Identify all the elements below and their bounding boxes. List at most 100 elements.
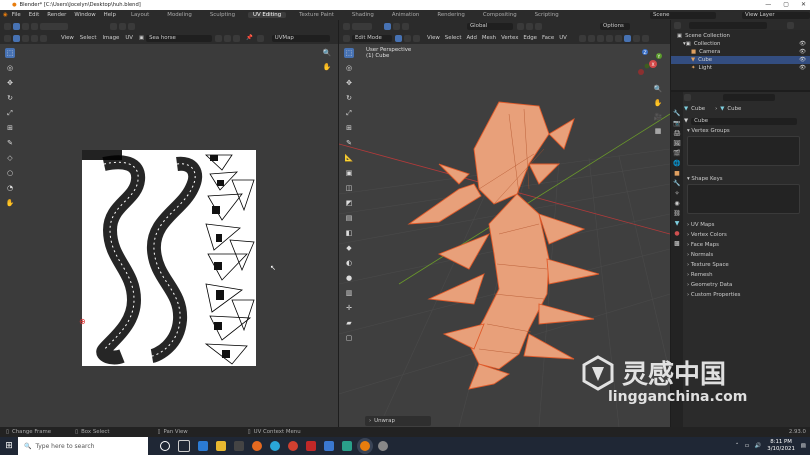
outliner-item-cube[interactable]: ▼ Cube 👁 xyxy=(671,56,810,64)
vp-menu-uv[interactable]: UV xyxy=(559,35,567,41)
blender-taskbar-icon[interactable] xyxy=(360,441,370,451)
rotate-icon[interactable]: ↻ xyxy=(5,93,15,103)
pivot-button[interactable] xyxy=(110,22,117,30)
vp-proportional-button[interactable] xyxy=(535,22,542,30)
menu-file[interactable]: File xyxy=(12,12,21,18)
navigation-gizmo[interactable]: X Y Z xyxy=(633,48,667,82)
properties-search[interactable] xyxy=(723,93,775,101)
panel-geometry-data[interactable]: › Geometry Data xyxy=(684,280,810,290)
tab-scripting[interactable]: Scripting xyxy=(530,12,564,18)
data-tab-icon[interactable]: ▼ xyxy=(675,220,680,227)
vp-rotate-icon[interactable]: ↻ xyxy=(344,93,354,103)
vp-scale-icon[interactable]: ⤢ xyxy=(344,108,354,118)
camera-view-icon[interactable]: 🎥 xyxy=(653,112,663,122)
vp-menu-view[interactable]: View xyxy=(427,35,440,41)
select-mode-button[interactable] xyxy=(352,22,372,30)
vertex-groups-list[interactable] xyxy=(687,136,800,166)
object-tab-icon[interactable]: ■ xyxy=(674,170,680,177)
visibility-eye-icon[interactable]: 👁 xyxy=(799,41,806,47)
pivot-point-button[interactable] xyxy=(517,22,524,30)
vp-snap-button[interactable] xyxy=(526,22,533,30)
file-explorer-icon[interactable] xyxy=(216,441,226,451)
bevel-icon[interactable]: ◩ xyxy=(344,198,354,208)
grab-icon[interactable]: ○ xyxy=(5,168,15,178)
tray-chevron-icon[interactable]: ˄ xyxy=(736,443,739,449)
gizmo-toggle-button[interactable] xyxy=(587,34,595,42)
maximize-button[interactable]: ▢ xyxy=(783,1,789,8)
modifier-tab-icon[interactable]: 🔧 xyxy=(673,180,680,187)
image-new-button[interactable] xyxy=(215,34,223,42)
image-unlink-button[interactable] xyxy=(233,34,241,42)
properties-type-button[interactable] xyxy=(684,93,691,101)
outliner-search[interactable] xyxy=(689,21,767,29)
smooth-icon[interactable]: ● xyxy=(344,273,354,283)
vp-menu-edge[interactable]: Edge xyxy=(523,35,537,41)
material-tab-icon[interactable]: ● xyxy=(674,230,679,237)
world-tab-icon[interactable]: 🌐 xyxy=(673,160,680,167)
vp-face-mode-button[interactable] xyxy=(402,22,409,30)
shading-rendered-button[interactable] xyxy=(641,34,649,42)
options-dropdown[interactable]: Options xyxy=(600,22,630,30)
uvmap-field[interactable]: UVMap xyxy=(271,34,330,42)
edge-icon[interactable] xyxy=(270,441,280,451)
menu-help[interactable]: Help xyxy=(104,12,116,18)
cursor-icon[interactable]: ◎ xyxy=(5,63,15,73)
select-mode-vertex-button[interactable] xyxy=(13,22,20,30)
xray-toggle-button[interactable] xyxy=(605,34,613,42)
view-layer-tab-icon[interactable]: 🖼 xyxy=(673,140,681,147)
move-icon[interactable]: ✥ xyxy=(5,78,15,88)
panel-uv-maps[interactable]: › UV Maps xyxy=(684,220,810,230)
vp-pan-icon[interactable]: ✋ xyxy=(653,98,663,108)
tab-layout[interactable]: Layout xyxy=(126,12,154,18)
tool-tab-icon[interactable]: 🔧 xyxy=(673,110,680,117)
pin-icon[interactable]: 📌 xyxy=(246,35,253,41)
vp-transform-icon[interactable]: ⊞ xyxy=(344,123,354,133)
taskbar-search[interactable]: 🔍 Type here to search xyxy=(18,437,148,455)
vp-menu-face[interactable]: Face xyxy=(542,35,554,41)
shading-material-button[interactable] xyxy=(632,34,640,42)
vp-menu-mesh[interactable]: Mesh xyxy=(482,35,496,41)
app-teal-icon[interactable] xyxy=(342,441,352,451)
vp-measure-icon[interactable]: 📐 xyxy=(344,153,354,163)
uv-island-button[interactable] xyxy=(40,34,47,42)
windows-start-icon[interactable]: ⊞ xyxy=(0,437,18,455)
vp-edge-mode-button[interactable] xyxy=(393,22,400,30)
pan-hand-icon[interactable]: ✋ xyxy=(322,62,332,72)
close-button[interactable]: ✕ xyxy=(801,1,806,8)
vp-move-icon[interactable]: ✥ xyxy=(344,78,354,88)
mail-icon[interactable] xyxy=(198,441,208,451)
store-icon[interactable] xyxy=(234,441,244,451)
loop-cut-icon[interactable]: ▤ xyxy=(344,213,354,223)
tab-compositing[interactable]: Compositing xyxy=(478,12,522,18)
snap-button[interactable] xyxy=(119,22,126,30)
vp-menu-add[interactable]: Add xyxy=(466,35,476,41)
uv-editor-area[interactable]: ⬚ ◎ ✥ ↻ ⤢ ⊞ ✎ ◇ ○ ◔ ✋ 🔍 ✋ ↖ ⊕ xyxy=(0,44,338,427)
shear-icon[interactable]: ▰ xyxy=(344,318,354,328)
inset-icon[interactable]: ◫ xyxy=(344,183,354,193)
annotate-icon[interactable]: ✎ xyxy=(5,138,15,148)
panel-face-maps[interactable]: › Face Maps xyxy=(684,240,810,250)
menu-render[interactable]: Render xyxy=(47,12,66,18)
image-name-field[interactable]: Sea horse xyxy=(146,34,213,42)
visibility-eye-icon[interactable]: 👁 xyxy=(799,57,806,63)
spin-icon[interactable]: ◐ xyxy=(344,258,354,268)
particles-tab-icon[interactable]: ✧ xyxy=(674,190,679,197)
uv-menu-select[interactable]: Select xyxy=(80,35,97,41)
constraints-tab-icon[interactable]: ⛓ xyxy=(673,210,681,217)
panel-vertex-colors[interactable]: › Vertex Colors xyxy=(684,230,810,240)
uv-sync-button[interactable] xyxy=(4,34,11,42)
data-name-field[interactable]: Cube xyxy=(691,117,798,125)
uv-vertex-button[interactable] xyxy=(13,34,20,42)
tab-texture-paint[interactable]: Texture Paint xyxy=(294,12,339,18)
clock-date[interactable]: 3/10/2021 xyxy=(767,446,795,453)
output-tab-icon[interactable]: 🖨 xyxy=(673,130,681,137)
uv-face-button[interactable] xyxy=(31,34,38,42)
mesh-browse-icon[interactable]: ▼ xyxy=(684,118,688,124)
minimize-button[interactable]: — xyxy=(765,1,771,8)
uv-menu-uv[interactable]: UV xyxy=(125,35,133,41)
vp-annotate-icon[interactable]: ✎ xyxy=(344,138,354,148)
view-layer-selector[interactable]: View Layer xyxy=(742,11,810,19)
last-operator-panel[interactable]: › Unwrap xyxy=(365,416,431,426)
seahorse-mesh[interactable] xyxy=(399,94,619,394)
panel-remesh[interactable]: › Remesh xyxy=(684,270,810,280)
